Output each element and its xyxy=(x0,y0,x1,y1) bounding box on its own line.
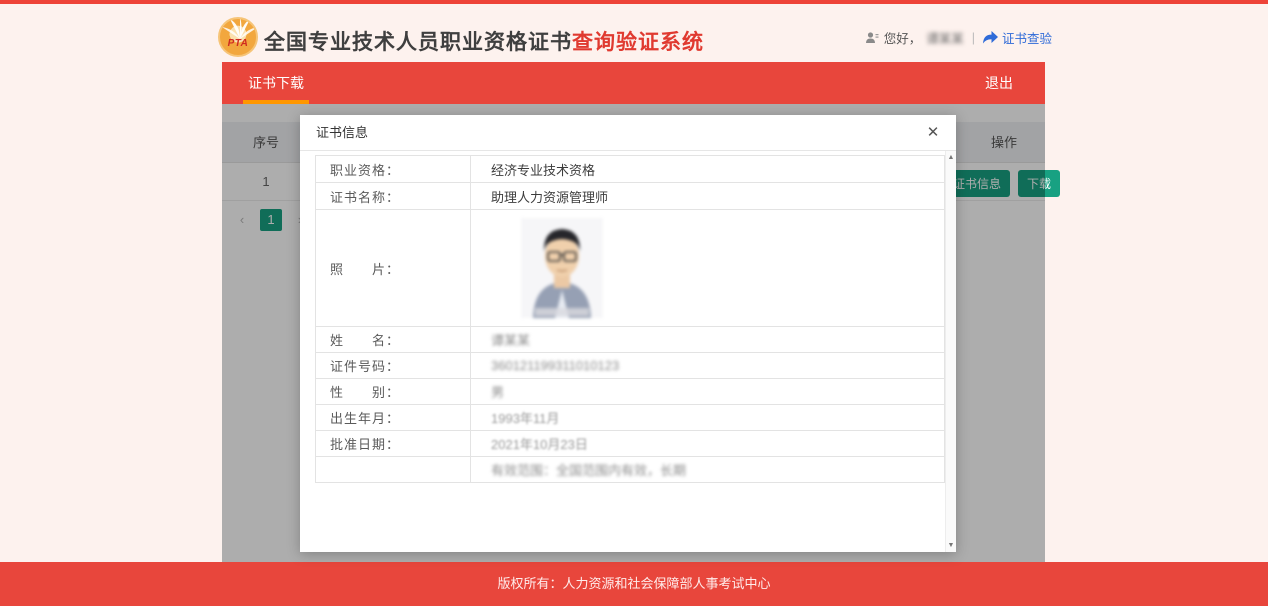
detail-row-certificate-name: 证书名称： 助理人力资源管理师 xyxy=(316,183,945,210)
site-header: PTA 全国专业技术人员职业资格证书查询验证系统 您好， 谭某某 | 证书查验 xyxy=(0,4,1268,62)
field-value: 经济专业技术资格 xyxy=(471,156,945,183)
certificate-detail-table: 职业资格： 经济专业技术资格 证书名称： 助理人力资源管理师 照 片： xyxy=(315,155,945,483)
main-nav: 证书下载 退出 xyxy=(222,62,1045,104)
modal-title: 证书信息 xyxy=(316,115,368,151)
modal-close-icon[interactable]: ✕ xyxy=(922,122,944,144)
detail-row-birth-date: 出生年月： 1993年11月 xyxy=(316,405,945,431)
certificate-photo xyxy=(521,218,603,318)
detail-row-photo: 照 片： xyxy=(316,210,945,327)
field-label: 批准日期： xyxy=(316,431,471,457)
field-value-redacted: 男 xyxy=(471,379,945,405)
site-footer: 版权所有：人力资源和社会保障部人事考试中心 xyxy=(0,562,1268,606)
detail-row-qualification: 职业资格： 经济专业技术资格 xyxy=(316,156,945,183)
user-icon xyxy=(865,31,879,45)
page-title-main: 全国专业技术人员职业资格证书 xyxy=(264,31,572,54)
username: 谭某某 xyxy=(926,28,964,47)
certificate-verify-link[interactable]: 证书查验 xyxy=(983,28,1052,47)
page-title-accent: 查询验证系统 xyxy=(572,31,704,54)
logo-text: PTA xyxy=(220,38,256,49)
detail-row-validity: 有效范围：全国范围内有效，长期 xyxy=(316,457,945,483)
field-label xyxy=(316,457,471,483)
copyright-text: 版权所有：人力资源和社会保障部人事考试中心 xyxy=(0,562,1268,606)
field-label: 职业资格： xyxy=(316,156,471,183)
detail-row-name: 姓 名： 谭某某 xyxy=(316,327,945,353)
tab-certificate-download[interactable]: 证书下载 xyxy=(232,62,320,104)
field-value: 助理人力资源管理师 xyxy=(471,183,945,210)
field-label: 证书名称： xyxy=(316,183,471,210)
field-label: 照 片： xyxy=(316,210,471,327)
field-value-redacted: 2021年10月23日 xyxy=(471,431,945,457)
field-value-redacted: 1993年11月 xyxy=(471,405,945,431)
field-value-redacted: 有效范围：全国范围内有效，长期 xyxy=(471,457,945,483)
certificate-info-modal: 证书信息 ✕ 职业资格： 经济专业技术资格 证书名称： 助理人力资源管理师 照 … xyxy=(300,115,956,552)
field-label: 证件号码： xyxy=(316,353,471,379)
modal-scrollbar[interactable]: ▲ ▼ xyxy=(945,151,956,552)
field-label: 姓 名： xyxy=(316,327,471,353)
page-title: 全国专业技术人员职业资格证书查询验证系统 xyxy=(264,26,704,56)
detail-row-id-number: 证件号码： 360121199311010123 xyxy=(316,353,945,379)
modal-body: 职业资格： 经济专业技术资格 证书名称： 助理人力资源管理师 照 片： xyxy=(300,151,956,552)
user-info-bar: 您好， 谭某某 | 证书查验 xyxy=(865,28,1052,47)
field-label: 出生年月： xyxy=(316,405,471,431)
modal-header: 证书信息 ✕ xyxy=(300,115,956,151)
field-value-redacted: 360121199311010123 xyxy=(471,353,945,379)
verify-link-label: 证书查验 xyxy=(1002,28,1052,47)
field-value-redacted: 谭某某 xyxy=(471,327,945,353)
tab-label: 证书下载 xyxy=(248,75,304,91)
pta-logo: PTA xyxy=(218,17,258,57)
scrollbar-up-icon[interactable]: ▲ xyxy=(946,154,956,161)
forward-arrow-icon xyxy=(983,31,998,44)
detail-row-gender: 性 别： 男 xyxy=(316,379,945,405)
greeting-text: 您好， xyxy=(884,28,922,47)
detail-row-approval-date: 批准日期： 2021年10月23日 xyxy=(316,431,945,457)
logout-button[interactable]: 退出 xyxy=(969,62,1029,104)
field-value xyxy=(471,210,945,327)
separator: | xyxy=(972,31,975,45)
field-label: 性 别： xyxy=(316,379,471,405)
scrollbar-down-icon[interactable]: ▼ xyxy=(946,542,956,549)
